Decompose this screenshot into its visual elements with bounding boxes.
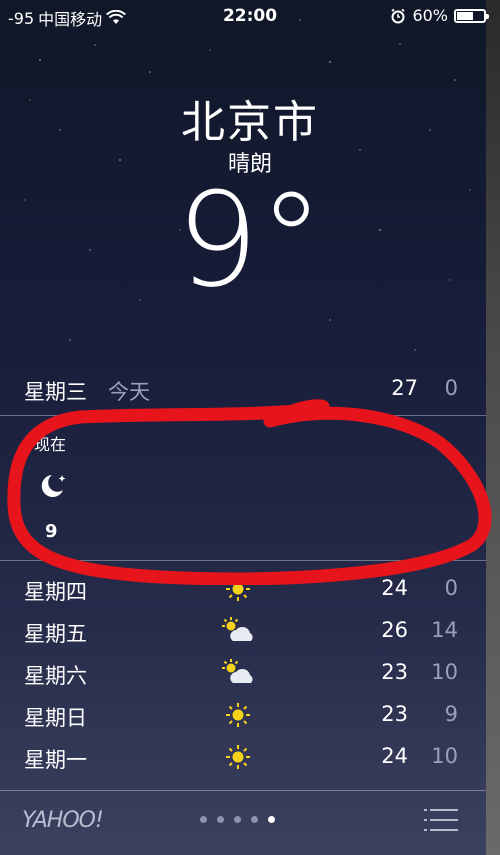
page-dot[interactable] (234, 816, 241, 823)
daily-day: 星期六 (24, 664, 87, 688)
alarm-clock-icon (391, 8, 406, 23)
partly-cloudy-icon (218, 657, 258, 689)
status-bar: -95 中国移动 22:00 60% (0, 0, 500, 34)
page-dot[interactable] (268, 816, 275, 823)
daily-day: 星期一 (24, 748, 87, 772)
battery-percent: 60% (412, 6, 448, 25)
daily-low: 10 (431, 744, 458, 768)
footer-bar: YAHOO! (0, 790, 486, 855)
daily-high: 26 (381, 618, 408, 642)
daily-high: 23 (381, 660, 408, 684)
page-dot[interactable] (200, 816, 207, 823)
today-high: 27 (391, 376, 418, 400)
daily-forecast-row: 星期六 23 10 (0, 654, 486, 696)
hourly-time-now: 现在 (34, 435, 67, 454)
sun-icon (218, 573, 258, 605)
daily-day: 星期五 (24, 622, 87, 646)
daily-day: 星期日 (24, 706, 87, 730)
daily-high: 24 (381, 744, 408, 768)
daily-forecast-row: 星期五 26 14 (0, 612, 486, 654)
today-day: 星期三 (24, 380, 87, 404)
today-label: 今天 (108, 380, 150, 404)
daily-high: 24 (381, 576, 408, 600)
battery-fill (457, 11, 473, 20)
moon-star-icon (41, 475, 66, 497)
daily-high: 23 (381, 702, 408, 726)
current-temperature: 9° (176, 164, 324, 316)
sun-icon (218, 699, 258, 731)
yahoo-logo[interactable]: YAHOO! (22, 808, 104, 833)
hourly-forecast-strip[interactable]: 现在 9 (0, 415, 486, 560)
hourly-temp-now: 9 (45, 521, 58, 542)
today-low: 0 (444, 376, 458, 400)
daily-forecast-row: 星期日 23 9 (0, 696, 486, 738)
battery-icon (454, 8, 489, 23)
page-dot[interactable] (251, 816, 258, 823)
daily-low: 14 (431, 618, 458, 642)
city-name: 北京市 (181, 97, 319, 148)
daily-low: 10 (431, 660, 458, 684)
city-list-icon[interactable] (424, 808, 458, 832)
page-indicator[interactable] (200, 816, 275, 823)
hourly-bottom-divider (0, 560, 486, 561)
daily-low: 9 (444, 702, 458, 726)
partly-cloudy-icon (218, 615, 258, 647)
daily-low: 0 (444, 576, 458, 600)
sun-icon (218, 741, 258, 773)
today-summary-row: 星期三 今天 27 0 (0, 370, 486, 410)
daily-forecast-row: 星期四 24 0 (0, 570, 486, 612)
daily-day: 星期四 (24, 580, 87, 604)
daily-forecast-row: 星期一 24 10 (0, 738, 486, 780)
page-dot[interactable] (217, 816, 224, 823)
